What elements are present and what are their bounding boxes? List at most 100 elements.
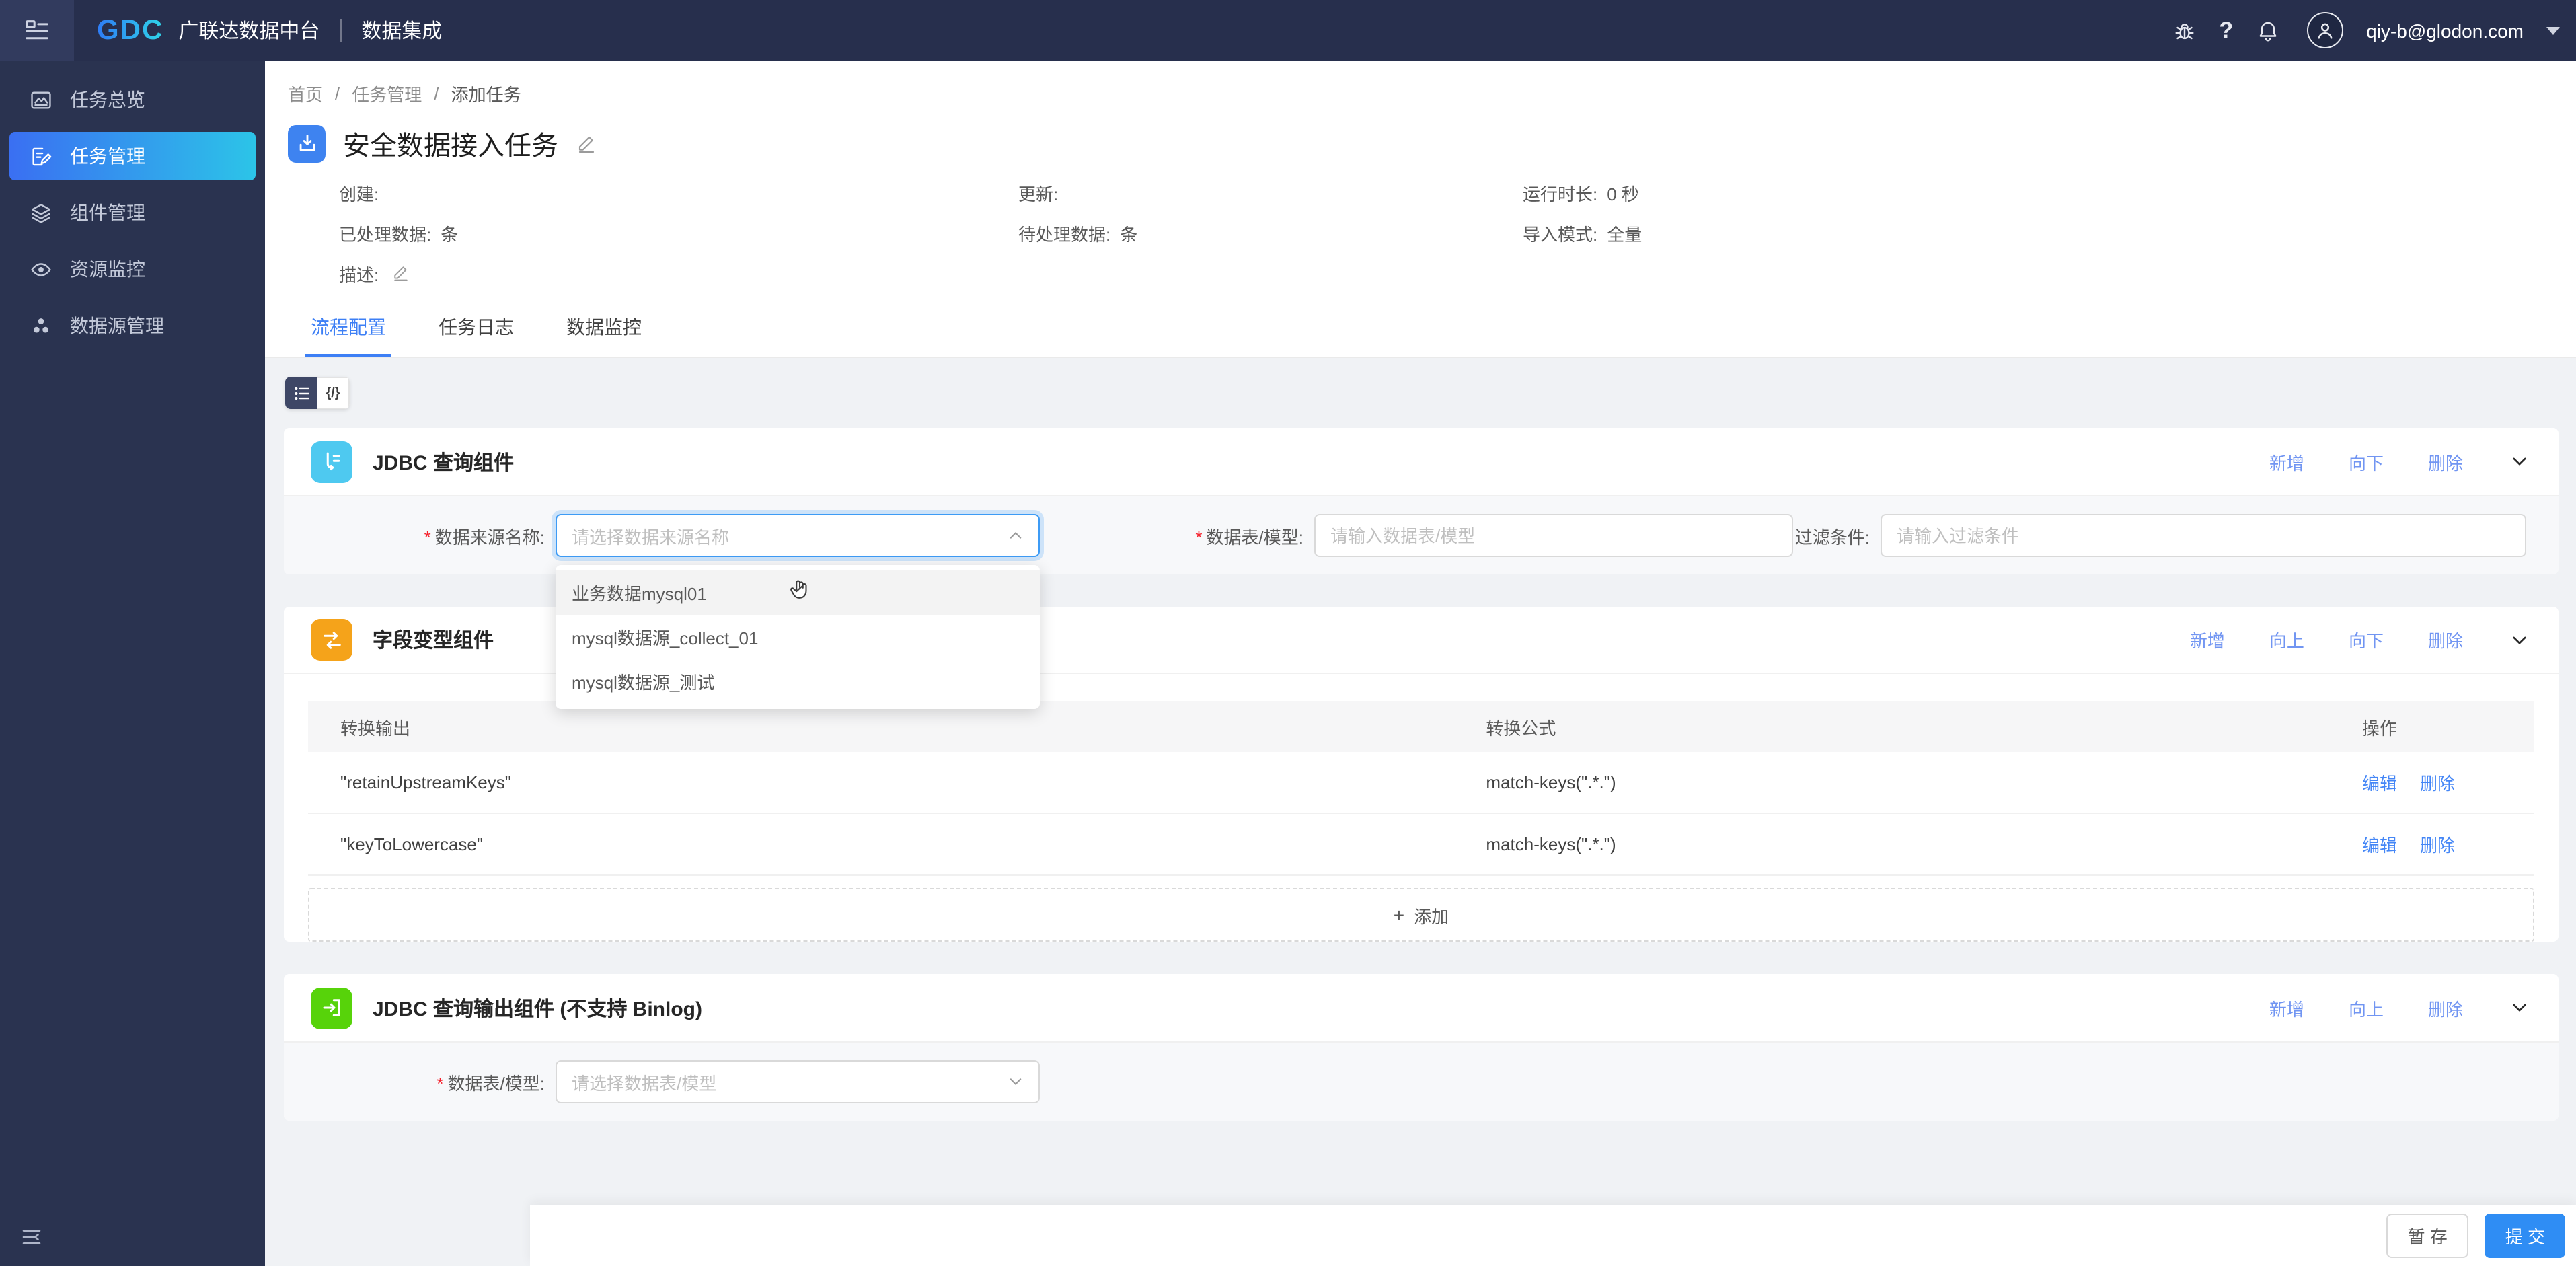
table-row: "keyToLowercase" match-keys(".*.") 编辑 删除 [308,814,2534,876]
header-divider [340,19,342,42]
edit-row-link[interactable]: 编辑 [2362,770,2397,795]
section-title: JDBC 查询输出组件 (不支持 Binlog) [373,998,702,1020]
delete-row-link[interactable]: 删除 [2420,831,2455,857]
transform-formula-cell: match-keys(".*.") [1486,834,1616,854]
help-icon[interactable]: ? [2219,17,2233,44]
transform-table: 转换输出 转换公式 操作 "retainUpstreamKeys" match-… [308,701,2534,942]
created-label: 创建: [339,184,379,204]
user-menu-caret-icon[interactable] [2546,26,2560,34]
transform-output-cell: "retainUpstreamKeys" [340,772,511,792]
footer-action-bar: 暂 存 提 交 [530,1205,2576,1266]
jdbc-query-actions: 新增 向下 删除 [2269,449,2529,474]
notification-bell-icon[interactable] [2256,18,2280,42]
sidebar-item-label: 任务管理 [70,145,145,167]
jdbc-query-header: JDBC 查询组件 新增 向下 删除 [284,428,2559,495]
tab-flow-config[interactable]: 流程配置 [305,300,391,357]
debug-bug-icon[interactable] [2172,18,2196,42]
output-table-model-select[interactable]: 请选择数据表/模型 [556,1060,1040,1103]
jdbc-query-body: * 数据来源名称: 请选择数据来源名称 业务数据mysql01 mysql数据源_… [284,495,2559,709]
sidebar-item-label: 数据源管理 [70,315,164,336]
add-component-link[interactable]: 新增 [2269,449,2304,474]
tab-task-log[interactable]: 任务日志 [434,300,518,357]
section-title: 字段变型组件 [373,630,494,653]
breadcrumb-task-management[interactable]: 任务管理 [352,81,422,106]
edit-title-pencil-icon[interactable] [576,133,597,154]
user-email[interactable]: qiy-b@glodon.com [2366,20,2524,41]
sidebar-collapse-icon[interactable] [20,1226,43,1249]
sidebar-item-task-overview[interactable]: 任务总览 [9,75,256,124]
layers-icon [30,201,52,224]
description-label: 描述: [339,264,379,285]
datasource-select-placeholder: 请选择数据来源名称 [572,527,730,547]
table-row: "retainUpstreamKeys" match-keys(".*.") 编… [308,752,2534,814]
move-up-link[interactable]: 向上 [2349,995,2384,1020]
gdc-logo[interactable]: GDC [97,14,163,46]
column-header-formula: 转换公式 [1486,718,1556,738]
dropdown-option-2[interactable]: mysql数据源_collect_01 [556,615,1040,659]
add-component-link[interactable]: 新增 [2269,995,2304,1020]
app-root: GDC 广联达数据中台 数据集成 ? qiy-b@glodon.com 任务总览 [0,0,2576,1266]
column-header-operations: 操作 [2362,718,2398,738]
field-transform-icon [311,619,352,661]
dropdown-option-3[interactable]: mysql数据源_测试 [556,659,1040,704]
list-view-button[interactable] [285,377,317,409]
breadcrumb-home[interactable]: 首页 [288,81,323,106]
output-table-model-label: * 数据表/模型: [437,1073,545,1093]
delete-component-link[interactable]: 删除 [2428,627,2463,653]
sidebar-item-label: 组件管理 [70,202,145,223]
delete-component-link[interactable]: 删除 [2428,449,2463,474]
collapse-chevron-icon[interactable] [2510,998,2529,1017]
datasource-select[interactable]: 请选择数据来源名称 业务数据mysql01 mysql数据源_collect_0… [556,514,1040,709]
move-down-link[interactable]: 向下 [2349,627,2384,653]
edit-row-link[interactable]: 编辑 [2362,831,2397,857]
add-component-link[interactable]: 新增 [2190,627,2225,653]
save-draft-button[interactable]: 暂 存 [2386,1214,2469,1258]
edit-description-pencil-icon[interactable] [391,264,410,283]
breadcrumb-separator: / [434,83,439,104]
delete-row-link[interactable]: 删除 [2420,770,2455,795]
runtime-value: 0 秒 [1607,184,1639,204]
code-view-button[interactable]: {/} [317,377,350,409]
jdbc-output-section: JDBC 查询输出组件 (不支持 Binlog) 新增 向上 删除 * 数据表/模… [284,974,2559,1121]
app-switcher-button[interactable] [0,0,74,61]
view-toggle: {/} [285,377,350,409]
tab-bar: 流程配置 任务日志 数据监控 [288,300,2544,357]
filter-input[interactable] [1881,514,2526,557]
add-transform-row-button[interactable]: + 添加 [308,888,2534,942]
jdbc-output-header: JDBC 查询输出组件 (不支持 Binlog) 新增 向上 删除 [284,974,2559,1041]
user-avatar[interactable] [2307,12,2344,48]
main-content: 首页 / 任务管理 / 添加任务 安全数据接入任务 创建: 更新: 运行时长: 0… [265,61,2576,1266]
sidebar-item-task-management[interactable]: 任务管理 [9,132,256,180]
jdbc-query-section: JDBC 查询组件 新增 向下 删除 * 数据来源名称: 请选择数据来源名称 业… [284,428,2559,709]
delete-component-link[interactable]: 删除 [2428,995,2463,1020]
collapse-chevron-icon[interactable] [2510,630,2529,649]
title-row: 安全数据接入任务 [288,124,2544,163]
breadcrumb-current: 添加任务 [451,85,521,105]
task-import-icon [288,124,326,162]
sidebar-item-label: 任务总览 [70,89,145,110]
import-mode-label: 导入模式: [1523,224,1598,244]
submit-button[interactable]: 提 交 [2485,1214,2565,1258]
jdbc-query-icon [311,441,352,482]
sidebar-item-datasource-management[interactable]: 数据源管理 [9,301,256,350]
sidebar-item-resource-monitor[interactable]: 资源监控 [9,245,256,293]
move-down-link[interactable]: 向下 [2349,449,2384,474]
page-title: 安全数据接入任务 [343,132,558,161]
table-model-input[interactable] [1314,514,1793,557]
processed-value: 条 [441,224,459,244]
jdbc-output-actions: 新增 向上 删除 [2269,995,2529,1020]
move-up-link[interactable]: 向上 [2269,627,2304,653]
collapse-chevron-icon[interactable] [2510,452,2529,471]
updated-label: 更新: [1018,184,1059,204]
breadcrumb-separator: / [335,83,340,104]
breadcrumb: 首页 / 任务管理 / 添加任务 [288,81,2544,106]
required-mark: * [437,1073,444,1093]
processed-label: 已处理数据: [339,224,432,244]
pending-value: 条 [1120,224,1138,244]
transform-output-cell: "keyToLowercase" [340,834,484,854]
section-title: JDBC 查询组件 [373,451,515,474]
module-name[interactable]: 数据集成 [361,16,442,44]
tab-data-monitor[interactable]: 数据监控 [562,300,646,357]
datasource-field-label: * 数据来源名称: [424,527,545,547]
sidebar-item-component-management[interactable]: 组件管理 [9,188,256,237]
